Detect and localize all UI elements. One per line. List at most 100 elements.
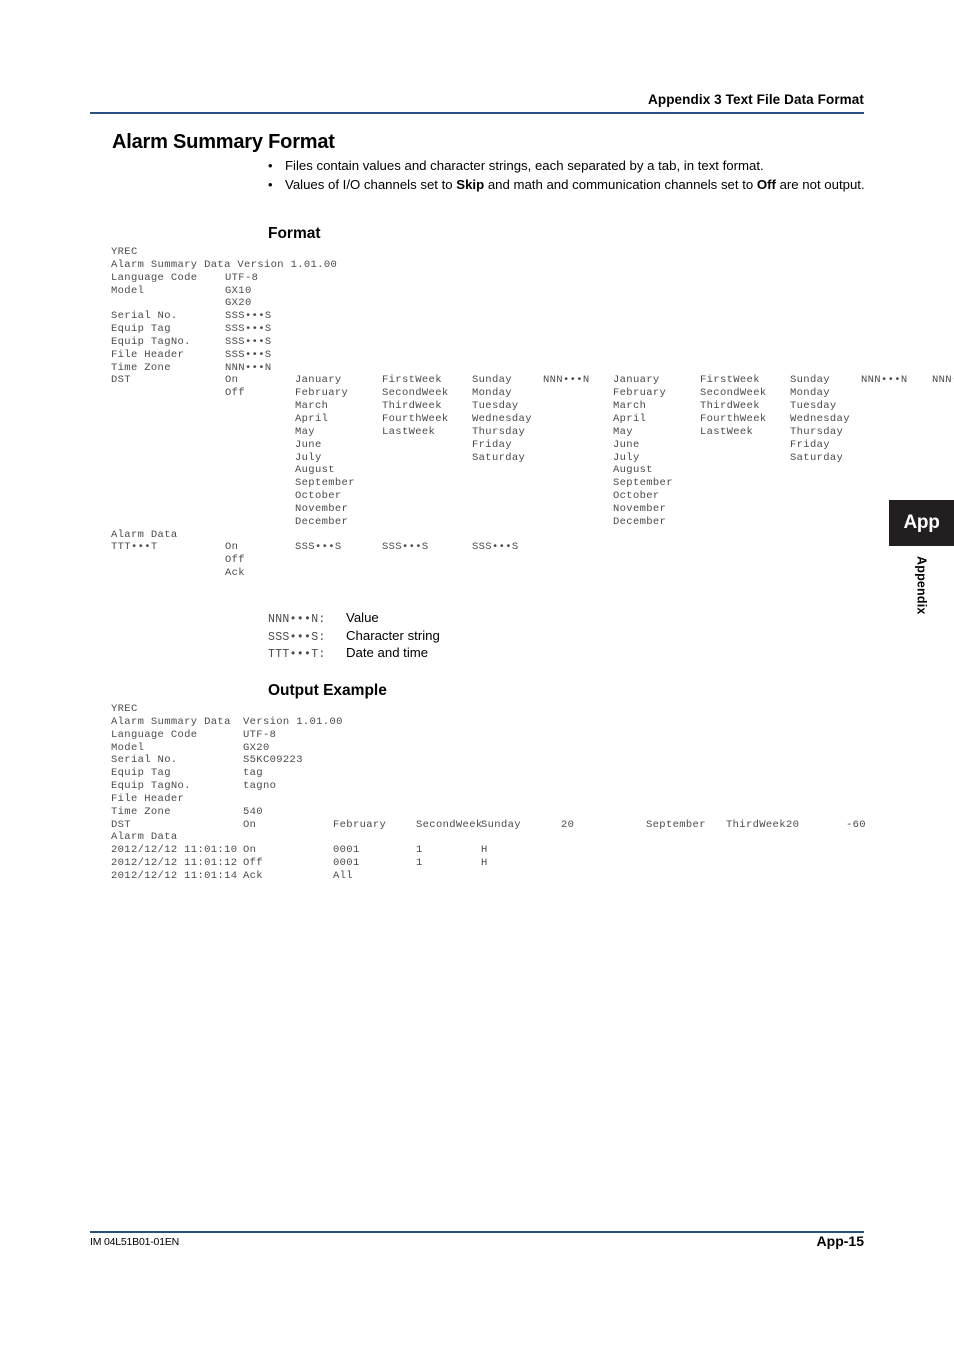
code-cell: SecondWeek — [700, 387, 767, 400]
bullet-emphasis: Off — [756, 176, 776, 192]
code-cell: 1 — [416, 857, 423, 870]
code-cell: Sunday — [472, 374, 512, 387]
code-cell: NNN•••N — [861, 374, 908, 387]
code-cell: Language Code — [111, 271, 198, 284]
code-line: June Friday June Friday — [111, 439, 954, 452]
code-cell: H — [481, 857, 488, 870]
code-line: Equip TagNo. tagno — [111, 780, 906, 793]
legend-code: NNN•••N: — [268, 613, 326, 626]
code-line: Model GX10 — [111, 285, 954, 298]
code-line: Model GX20 — [111, 742, 906, 755]
code-cell: SSS•••S — [225, 310, 272, 323]
bullet-text: Files contain values and character strin… — [285, 157, 868, 175]
code-cell: UTF-8 — [225, 271, 259, 284]
code-cell: NNN•••N — [543, 374, 590, 387]
code-cell: 2012/12/12 11:01:14 — [111, 869, 238, 882]
code-cell: February — [613, 387, 667, 400]
code-line: November November — [111, 503, 954, 516]
code-cell: LastWeek — [382, 425, 436, 438]
code-cell: SSS•••S — [472, 541, 519, 554]
code-cell: Tuesday — [472, 400, 519, 413]
code-cell: Wednesday — [472, 412, 532, 425]
output-example-code-block: YREC Alarm Summary Data Version 1.01.00 Lan… — [111, 703, 906, 883]
section-heading-format: Format — [268, 225, 321, 242]
code-cell: DST — [111, 374, 131, 387]
code-line: Equip Tag tag — [111, 767, 906, 780]
code-cell: ThirdWeek — [700, 400, 760, 413]
code-cell: 20 — [561, 818, 575, 831]
code-cell: Sunday — [790, 374, 830, 387]
bullet-dot-icon: • — [268, 176, 273, 192]
code-cell: Tuesday — [790, 400, 837, 413]
code-line: Time Zone 540 — [111, 806, 906, 819]
code-cell: 540 — [243, 805, 263, 818]
code-line: Time Zone NNN•••N — [111, 362, 954, 375]
legend-list: NNN•••N: Value SSS•••S: Character string TTT… — [268, 610, 440, 663]
code-cell: Wednesday — [790, 412, 850, 425]
footer-page-number: App-15 — [816, 1233, 864, 1249]
code-cell: Off — [225, 387, 245, 400]
code-cell: Alarm Summary Data Version 1.01.00 — [111, 258, 338, 271]
bullet-item: • Values of I/O channels set to Skip and … — [268, 176, 868, 194]
footer-rule — [90, 1231, 864, 1233]
code-cell: April — [613, 412, 647, 425]
code-cell: 2012/12/12 11:01:10 — [111, 844, 238, 857]
legend-item: NNN•••N: Value — [268, 610, 440, 628]
code-cell: Time Zone — [111, 805, 171, 818]
bullet-text: Values of I/O channels set to Skip and m… — [285, 176, 868, 194]
appendix-side-tab: App — [889, 500, 954, 546]
code-line: YREC — [111, 703, 906, 716]
code-cell: 1 — [416, 844, 423, 857]
format-code-block: YREC Alarm Summary Data Version 1.01.00 La… — [111, 246, 954, 580]
code-line: DST On February SecondWeekSunday 20 September… — [111, 819, 906, 832]
code-cell: On — [243, 818, 257, 831]
legend-code: SSS•••S: — [268, 630, 326, 644]
code-cell: YREC — [111, 703, 138, 715]
code-cell: Ack — [225, 567, 245, 580]
legend-item: SSS•••S: Character string — [268, 628, 440, 646]
code-line: Alarm Summary Data Version 1.01.00 — [111, 259, 954, 272]
bullet-emphasis: Skip — [456, 176, 485, 192]
code-cell: January — [295, 374, 342, 387]
code-cell: Monday — [472, 387, 512, 400]
code-cell: May — [613, 425, 633, 438]
code-cell: File Header — [111, 792, 185, 805]
code-line: Alarm Data — [111, 529, 954, 542]
legend-code: TTT•••T: — [268, 648, 326, 661]
code-cell: GX20 — [225, 297, 252, 310]
code-cell: NNN•••N — [932, 374, 954, 387]
code-line: Serial No. SSS•••S — [111, 310, 954, 323]
code-cell: NNN•••N — [225, 361, 272, 374]
section-heading-output-example: Output Example — [268, 682, 387, 699]
code-cell: November — [295, 502, 349, 515]
code-line: Equip Tag SSS•••S — [111, 323, 954, 336]
code-line: 2012/12/12 11:01:12 Off 0001 1 H — [111, 857, 906, 870]
code-cell: Serial No. — [111, 754, 178, 767]
code-cell: Serial No. — [111, 310, 178, 323]
page-title: Alarm Summary Format — [112, 131, 335, 153]
code-cell: May — [295, 425, 315, 438]
code-cell: SSS•••S — [225, 335, 272, 348]
code-cell: September — [295, 477, 355, 490]
code-cell: Model — [111, 741, 145, 754]
code-cell: Friday — [472, 438, 512, 451]
code-cell: On — [225, 541, 239, 554]
code-cell: Equip TagNo. — [111, 780, 191, 793]
code-line: File Header — [111, 793, 906, 806]
code-cell: SecondWeek — [416, 818, 483, 831]
code-cell: TTT•••T — [111, 541, 158, 554]
code-cell: S5KC09223 — [243, 754, 303, 767]
code-line: Language Code UTF-8 — [111, 729, 906, 742]
code-line: 2012/12/12 11:01:10 On 0001 1 H — [111, 844, 906, 857]
code-line: DST On January FirstWeek Sunday NNN•••N Januar… — [111, 374, 954, 387]
code-cell: Equip Tag — [111, 767, 171, 780]
footer-document-number: IM 04L51B01-01EN — [90, 1236, 180, 1248]
code-cell: ThirdWeek — [726, 818, 786, 831]
code-cell: File Header — [111, 348, 185, 361]
code-line: August August — [111, 464, 954, 477]
code-cell: H — [481, 844, 488, 857]
code-line: December December — [111, 516, 954, 529]
code-cell: FourthWeek — [382, 412, 449, 425]
code-cell: GX10 — [225, 284, 252, 297]
code-cell: December — [613, 515, 667, 528]
